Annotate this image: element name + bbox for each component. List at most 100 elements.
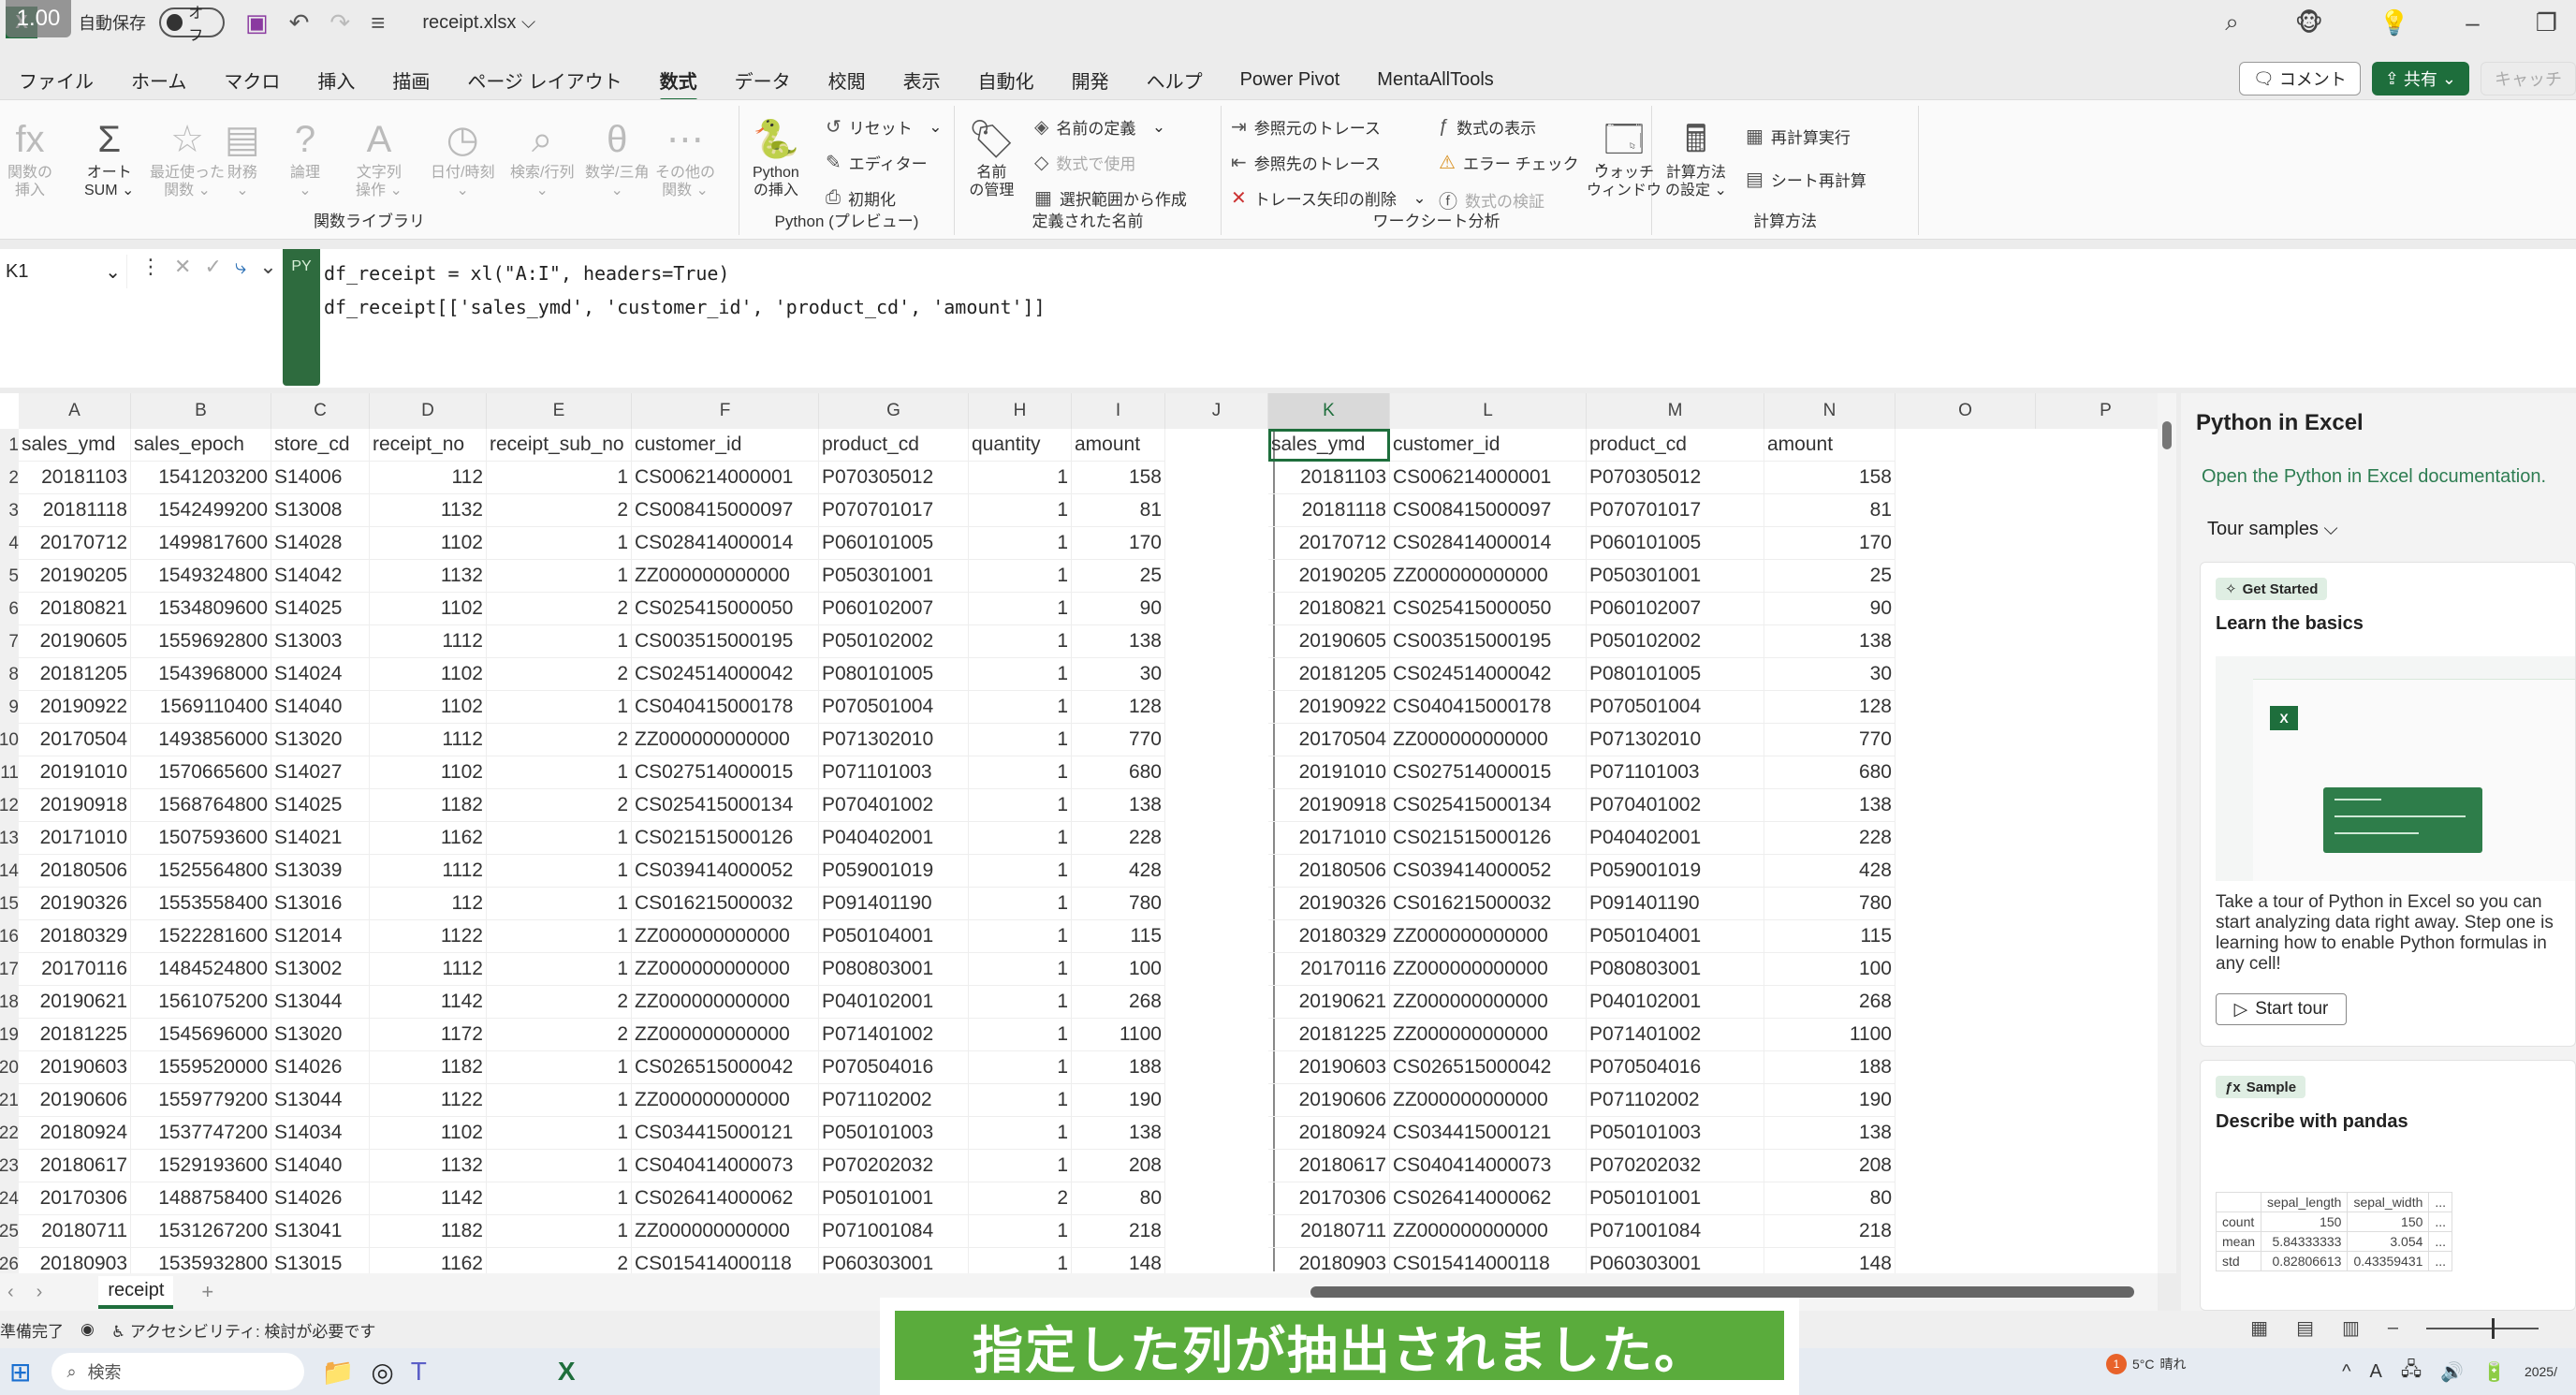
cell[interactable]: S14025	[271, 789, 370, 822]
row-header[interactable]: 1	[0, 429, 19, 462]
cell[interactable]: P050101003	[819, 1117, 969, 1150]
cell[interactable]: sales_ymd	[1268, 429, 1390, 462]
cell[interactable]: 1499817600	[131, 527, 271, 560]
cell[interactable]: 1535932800	[131, 1248, 271, 1273]
cell[interactable]: ZZ000000000000	[1390, 1215, 1587, 1248]
cell[interactable]: 81	[1072, 494, 1165, 527]
weather-widget[interactable]: 1 5°C 晴れ	[2106, 1354, 2187, 1374]
cell[interactable]: 20180711	[1268, 1215, 1390, 1248]
column-header-E[interactable]: E	[487, 393, 632, 429]
cell[interactable]: 1	[487, 1051, 632, 1084]
cell[interactable]: 1112	[370, 724, 487, 756]
cell[interactable]: 1182	[370, 789, 487, 822]
cell[interactable]: 80	[1072, 1182, 1165, 1215]
cell[interactable]: 20181118	[1268, 494, 1390, 527]
cell[interactable]: 1102	[370, 756, 487, 789]
cell[interactable]: 1	[969, 527, 1072, 560]
cell[interactable]: amount	[1072, 429, 1165, 462]
cell[interactable]: P071102002	[819, 1084, 969, 1117]
cell[interactable]: P050104001	[1587, 920, 1764, 953]
cell[interactable]: 1	[969, 593, 1072, 625]
cell[interactable]: 20190922	[1268, 691, 1390, 724]
cell[interactable]: 20181118	[19, 494, 131, 527]
cell[interactable]: S13015	[271, 1248, 370, 1273]
cell[interactable]: P060101005	[819, 527, 969, 560]
cell[interactable]: 2	[487, 658, 632, 691]
cell[interactable]: 1172	[370, 1019, 487, 1051]
cell[interactable]: CS026515000042	[632, 1051, 819, 1084]
cell[interactable]: 20180506	[19, 855, 131, 888]
cell[interactable]: 1529193600	[131, 1150, 271, 1182]
cell[interactable]: CS024514000042	[632, 658, 819, 691]
cell[interactable]: 20170116	[19, 953, 131, 986]
cell[interactable]: 2	[487, 1019, 632, 1051]
cell[interactable]: 112	[370, 888, 487, 920]
documentation-link[interactable]: Open the Python in Excel documentation.	[2202, 466, 2546, 488]
tab-14[interactable]: MentaAllTools	[1358, 69, 1513, 91]
cell[interactable]: P070305012	[1587, 462, 1764, 494]
cell[interactable]: sales_ymd	[19, 429, 131, 462]
cell[interactable]: 138	[1072, 789, 1165, 822]
cell[interactable]: 1484524800	[131, 953, 271, 986]
cell[interactable]: 208	[1764, 1150, 1895, 1182]
function-library-button-0[interactable]: fx 関数の 挿入	[7, 115, 52, 199]
cell[interactable]: 1	[487, 625, 632, 658]
cell[interactable]: 1	[969, 724, 1072, 756]
cell[interactable]: ZZ000000000000	[1390, 724, 1587, 756]
cell[interactable]: 20190918	[1268, 789, 1390, 822]
row-header[interactable]: 2	[0, 462, 19, 494]
cell[interactable]: P091401190	[819, 888, 969, 920]
cell[interactable]: P070701017	[819, 494, 969, 527]
minimize-icon[interactable]: –	[2466, 8, 2479, 37]
cell[interactable]: 138	[1072, 625, 1165, 658]
cell[interactable]: 20190605	[1268, 625, 1390, 658]
cell[interactable]: CS026515000042	[1390, 1051, 1587, 1084]
cell[interactable]: 1	[969, 625, 1072, 658]
cell[interactable]: 20170504	[1268, 724, 1390, 756]
tab-9[interactable]: 表示	[885, 66, 959, 94]
save-icon[interactable]: ▣	[245, 8, 269, 37]
cell[interactable]: P050101001	[819, 1182, 969, 1215]
cell[interactable]: receipt_sub_no	[487, 429, 632, 462]
row-header[interactable]: 20	[0, 1051, 19, 1084]
cell[interactable]: P071302010	[1587, 724, 1764, 756]
cell[interactable]: 1	[487, 888, 632, 920]
cell[interactable]: ZZ000000000000	[632, 953, 819, 986]
cell[interactable]: 20170306	[1268, 1182, 1390, 1215]
cell[interactable]: 2	[969, 1182, 1072, 1215]
cell[interactable]: 20190205	[19, 560, 131, 593]
cell[interactable]: 20191010	[19, 756, 131, 789]
cell[interactable]: P071001084	[819, 1215, 969, 1248]
cell[interactable]: 188	[1764, 1051, 1895, 1084]
cell[interactable]: S14028	[271, 527, 370, 560]
cell[interactable]: 1102	[370, 593, 487, 625]
cell[interactable]: 1534809600	[131, 593, 271, 625]
cell[interactable]: S13008	[271, 494, 370, 527]
cell[interactable]: S12014	[271, 920, 370, 953]
cell[interactable]: CS024514000042	[1390, 658, 1587, 691]
cell[interactable]: 1	[969, 888, 1072, 920]
column-header-F[interactable]: F	[632, 393, 819, 429]
cell[interactable]: P071102002	[1587, 1084, 1764, 1117]
cell[interactable]: 1102	[370, 691, 487, 724]
row-header[interactable]: 26	[0, 1248, 19, 1273]
cell[interactable]: 170	[1072, 527, 1165, 560]
cell[interactable]: P070202032	[819, 1150, 969, 1182]
cell[interactable]: CS040415000178	[1390, 691, 1587, 724]
cell[interactable]: 1	[969, 1215, 1072, 1248]
cell[interactable]: 780	[1764, 888, 1895, 920]
prev-sheet-icon[interactable]: ‹	[7, 1282, 14, 1303]
cell[interactable]: CS027514000015	[1390, 756, 1587, 789]
accessibility-status[interactable]: ♿ アクセシビリティ: 検討が必要です	[111, 1318, 376, 1342]
cell[interactable]: 1	[969, 462, 1072, 494]
cell[interactable]: P070504016	[1587, 1051, 1764, 1084]
row-header[interactable]: 4	[0, 527, 19, 560]
cell[interactable]: P060303001	[1587, 1248, 1764, 1273]
cell[interactable]: 190	[1072, 1084, 1165, 1117]
battery-icon[interactable]: 🔋	[2482, 1360, 2506, 1384]
cell[interactable]: 138	[1764, 789, 1895, 822]
cell[interactable]: 138	[1764, 625, 1895, 658]
cell[interactable]: 1531267200	[131, 1215, 271, 1248]
cell[interactable]: 20181225	[19, 1019, 131, 1051]
cell[interactable]: 20181103	[19, 462, 131, 494]
